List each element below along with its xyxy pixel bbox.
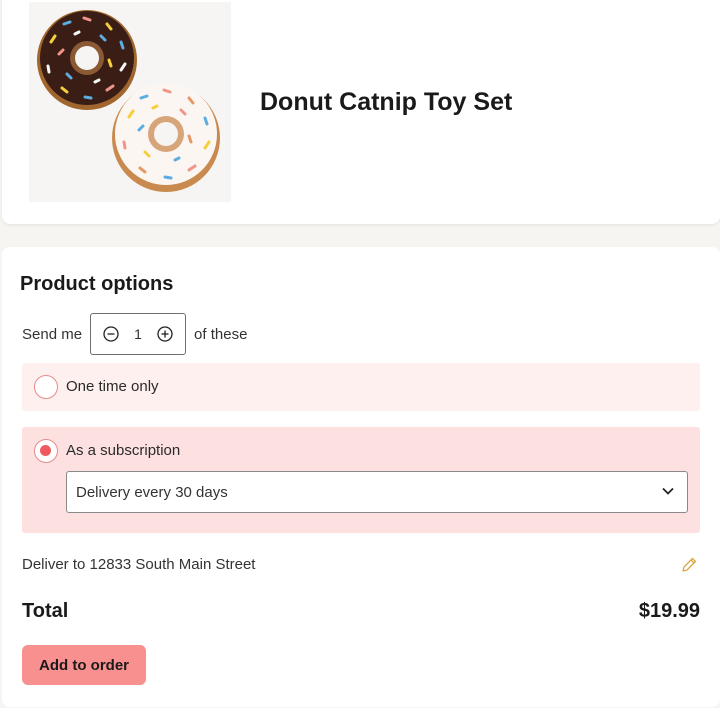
one-time-radio[interactable] [34,375,58,399]
option-subscription[interactable]: As a subscription Delivery every 30 days [22,427,700,533]
frequency-select-value: Delivery every 30 days [76,483,228,501]
product-title: Donut Catnip Toy Set [260,88,513,116]
quantity-value[interactable]: 1 [134,326,142,342]
quantity-suffix: of these [194,325,248,343]
subscription-radio[interactable] [34,439,58,463]
minus-circle-icon [103,326,119,342]
pencil-icon [682,557,697,572]
subscription-label: As a subscription [66,442,181,459]
one-time-label: One time only [66,378,159,395]
total-value: $19.99 [638,600,700,622]
section-title: Product options [20,273,174,295]
product-card: Donut Catnip Toy Set [2,0,720,224]
total-label: Total [22,600,69,622]
increase-button[interactable] [156,325,174,343]
quantity-row: Send me 1 of these [22,313,247,355]
plus-circle-icon [157,326,173,342]
chevron-down-icon [662,487,674,495]
delivery-address-row: Deliver to 12833 South Main Street [22,556,700,576]
edit-address-button[interactable] [680,556,698,578]
donut-toys-image [37,10,220,192]
option-one-time[interactable]: One time only [22,363,700,411]
quantity-stepper[interactable]: 1 [90,313,187,355]
frequency-select[interactable]: Delivery every 30 days [66,471,688,513]
quantity-prefix: Send me [22,325,83,343]
delivery-address-text: Deliver to 12833 South Main Street [22,556,256,573]
add-to-order-button[interactable]: Add to order [22,645,146,685]
decrease-button[interactable] [102,325,120,343]
product-image [29,2,231,202]
